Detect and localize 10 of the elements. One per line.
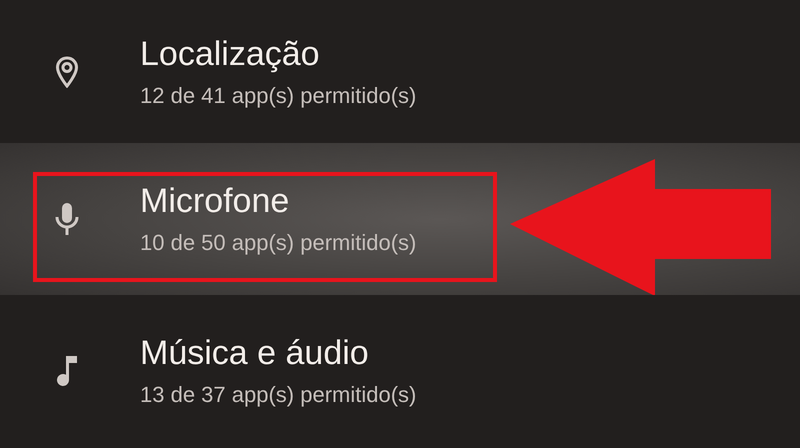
item-subtitle: 12 de 41 app(s) permitido(s) [140,82,416,110]
item-subtitle: 13 de 37 app(s) permitido(s) [140,381,416,409]
item-title: Localização [140,34,321,74]
music-note-icon [55,354,79,388]
item-title: Microfone [140,181,290,221]
microphone-icon [55,202,79,236]
item-title: Música e áudio [140,333,370,373]
item-subtitle: 10 de 50 app(s) permitido(s) [140,229,416,257]
location-pin-icon [55,56,79,88]
list-item[interactable]: Microfone 10 de 50 app(s) permitido(s) [0,143,800,295]
